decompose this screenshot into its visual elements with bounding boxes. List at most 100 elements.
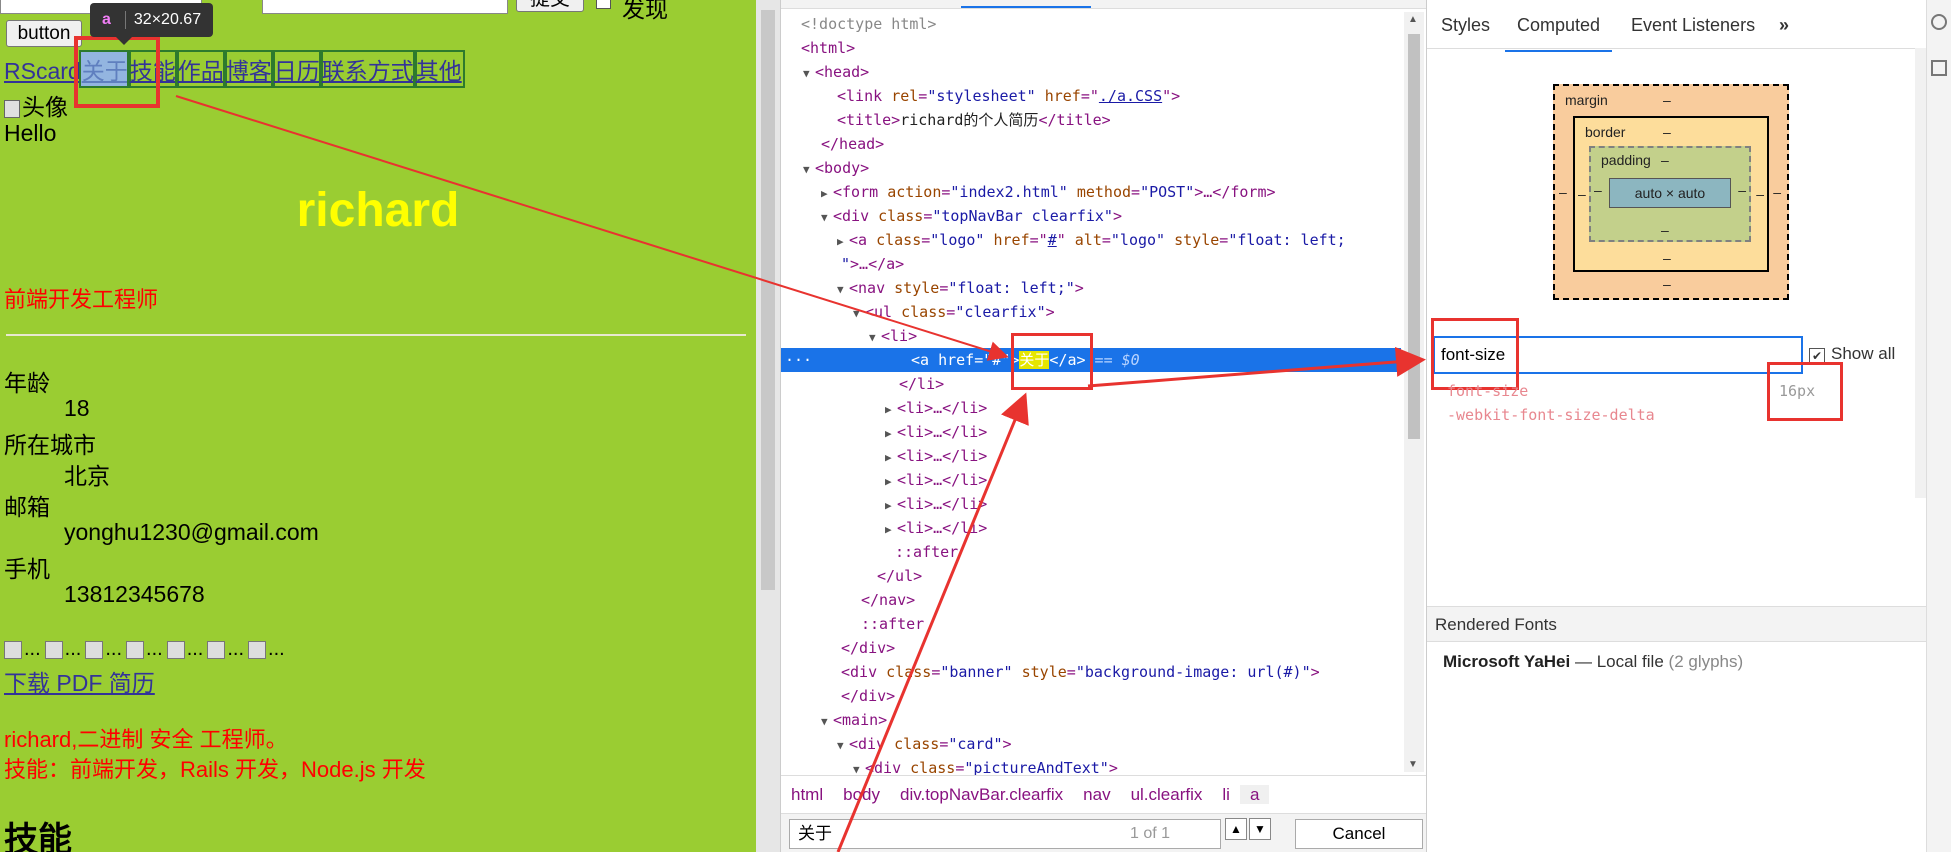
dom-node-li[interactable]: ▶ <li>…</li> (781, 492, 1401, 516)
dom-node-html[interactable]: <html> (781, 36, 1401, 60)
scrollbar-thumb[interactable] (1408, 34, 1420, 439)
computed-property-name[interactable]: -webkit-font-size-delta (1447, 406, 1655, 424)
find-previous-icon[interactable]: ▲ (1225, 818, 1247, 840)
settings-icon[interactable] (1931, 14, 1947, 30)
dom-node-form[interactable]: ▶ <form action="index2.html" method="POST… (781, 180, 1401, 204)
breadcrumb-a[interactable]: a (1239, 785, 1270, 804)
find-next-icon[interactable]: ▼ (1249, 818, 1271, 840)
box-model-margin-label: margin (1565, 92, 1608, 108)
nav-link-blog[interactable]: 博客 (222, 50, 275, 88)
download-pdf-link[interactable]: 下载 PDF 简历 (4, 664, 155, 698)
work-image[interactable]: ... (85, 638, 122, 661)
breadcrumb-li[interactable]: li (1212, 785, 1240, 804)
breadcrumb-topnavbar[interactable]: div.topNavBar.clearfix (890, 785, 1073, 804)
submit-button[interactable]: 提交 (516, 0, 584, 12)
dom-node-nav[interactable]: ▼ <nav style="float: left;"> (781, 276, 1401, 300)
work-image[interactable]: ... (248, 638, 285, 661)
highlight-box-selected (1011, 333, 1093, 390)
collapsed-triangle-icon[interactable]: ▶ (885, 446, 897, 470)
hello-text: Hello (4, 120, 57, 146)
work-image[interactable]: ... (126, 638, 163, 661)
rendered-font-entry: Microsoft YaHei — Local file (2 glyphs) (1443, 652, 1743, 672)
scrollbar-thumb[interactable] (761, 10, 775, 590)
dom-node-li[interactable]: ▶ <li>…</li> (781, 468, 1401, 492)
dom-node-after[interactable]: ::after (781, 612, 1401, 636)
more-options-icon[interactable]: ··· (785, 348, 812, 372)
box-model-padding: padding – – – – auto × auto (1589, 146, 1751, 242)
info-value-city: 北京 (64, 463, 110, 489)
logo-link[interactable]: RScard (4, 58, 81, 84)
dom-node-ul-close[interactable]: </ul> (781, 564, 1401, 588)
expand-triangle-icon[interactable]: ▼ (869, 326, 881, 350)
dom-node-li[interactable]: ▶ <li>…</li> (781, 444, 1401, 468)
scroll-up-icon[interactable]: ▲ (1408, 14, 1418, 25)
work-image[interactable]: ... (44, 638, 81, 661)
dom-node-li[interactable]: ▶ <li>…</li> (781, 396, 1401, 420)
dom-node-div-close[interactable]: </div> (781, 636, 1401, 660)
expand-triangle-icon[interactable]: ▼ (837, 278, 849, 302)
more-tabs-icon[interactable]: » (1779, 0, 1789, 50)
collapsed-triangle-icon[interactable]: ▶ (821, 182, 833, 206)
scroll-down-icon[interactable]: ▼ (1408, 759, 1418, 770)
dom-node-li[interactable]: ▶ <li>…</li> (781, 420, 1401, 444)
dom-node-head[interactable]: ▼ <head> (781, 60, 1401, 84)
collapsed-triangle-icon[interactable]: ▶ (885, 518, 897, 542)
form-input-2[interactable] (262, 0, 508, 14)
show-all-toggle[interactable]: ✔ Show all (1809, 344, 1895, 364)
info-value-phone: 13812345678 (64, 581, 205, 607)
dom-node-after[interactable]: ::after (781, 540, 1401, 564)
avatar-alt: 头像 (22, 94, 68, 120)
tab-computed[interactable]: Computed (1505, 0, 1613, 52)
dom-node-title[interactable]: <title>richard的个人简历</title> (781, 108, 1401, 132)
find-input[interactable]: 关于 1 of 1 (789, 819, 1221, 849)
collapsed-triangle-icon[interactable]: ▶ (885, 470, 897, 494)
computed-property-name[interactable]: font-size (1447, 382, 1528, 400)
work-image[interactable]: ... (4, 638, 41, 661)
expand-triangle-icon[interactable]: ▼ (821, 206, 833, 230)
expand-triangle-icon[interactable]: ▼ (853, 302, 865, 326)
dom-node-body[interactable]: ▼ <body> (781, 156, 1401, 180)
dom-node-head-close[interactable]: </head> (781, 132, 1401, 156)
collapsed-triangle-icon[interactable]: ▶ (885, 494, 897, 518)
dom-node-logo-close[interactable]: ">…</a> (781, 252, 1401, 276)
dom-node-card[interactable]: ▼ <div class="card"> (781, 732, 1401, 756)
nav-link-contact[interactable]: 联系方式 (318, 50, 417, 88)
dom-node-nav-close[interactable]: </nav> (781, 588, 1401, 612)
page-button[interactable]: button (6, 20, 82, 47)
dock-icon[interactable] (1931, 60, 1947, 76)
dom-node-banner[interactable]: <div class="banner" style="background-im… (781, 660, 1401, 684)
collapsed-triangle-icon[interactable]: ▶ (885, 398, 897, 422)
breadcrumb-nav[interactable]: nav (1073, 785, 1120, 804)
nav-link-other[interactable]: 其他 (412, 50, 465, 88)
expand-triangle-icon[interactable]: ▼ (803, 62, 815, 86)
tab-styles[interactable]: Styles (1441, 0, 1490, 50)
collapsed-triangle-icon[interactable]: ▶ (885, 422, 897, 446)
expand-triangle-icon[interactable]: ▼ (803, 158, 815, 182)
dom-node-doctype[interactable]: <!doctype html> (781, 12, 1401, 36)
dom-tree-scrollbar[interactable]: ▲ ▼ (1404, 12, 1424, 772)
form-checkbox[interactable] (596, 0, 611, 9)
nav-link-works[interactable]: 作品 (174, 50, 227, 88)
dom-node-topnavbar[interactable]: ▼ <div class="topNavBar clearfix"> (781, 204, 1401, 228)
work-image[interactable]: ... (207, 638, 244, 661)
dom-node-main[interactable]: ▼ <main> (781, 708, 1401, 732)
box-model-diagram: margin – – – – border – – – – padding – … (1553, 84, 1789, 300)
breadcrumb-html[interactable]: html (781, 785, 833, 804)
breadcrumb-ul[interactable]: ul.clearfix (1121, 785, 1213, 804)
work-image[interactable]: ... (166, 638, 203, 661)
dom-node-link[interactable]: <link rel="stylesheet" href="./a.CSS"> (781, 84, 1401, 108)
collapsed-triangle-icon[interactable]: ▶ (837, 230, 849, 254)
tab-event-listeners[interactable]: Event Listeners (1631, 0, 1755, 50)
breadcrumb-body[interactable]: body (833, 785, 890, 804)
top-nav-bar: RScard关于技能作品博客日历联系方式其他 (4, 50, 465, 88)
dom-node-li[interactable]: ▶ <li>…</li> (781, 516, 1401, 540)
dom-node-logo[interactable]: ▶ <a class="logo" href="#" alt="logo" sty… (781, 228, 1401, 252)
dom-node-div-close[interactable]: </div> (781, 684, 1401, 708)
expand-triangle-icon[interactable]: ▼ (821, 710, 833, 734)
expand-triangle-icon[interactable]: ▼ (837, 734, 849, 758)
avatar: 头像 (4, 88, 68, 122)
preview-scrollbar[interactable] (756, 0, 780, 852)
find-cancel-button[interactable]: Cancel (1295, 819, 1423, 849)
nav-link-calendar[interactable]: 日历 (270, 50, 323, 88)
dom-node-ul[interactable]: ▼ <ul class="clearfix"> (781, 300, 1401, 324)
